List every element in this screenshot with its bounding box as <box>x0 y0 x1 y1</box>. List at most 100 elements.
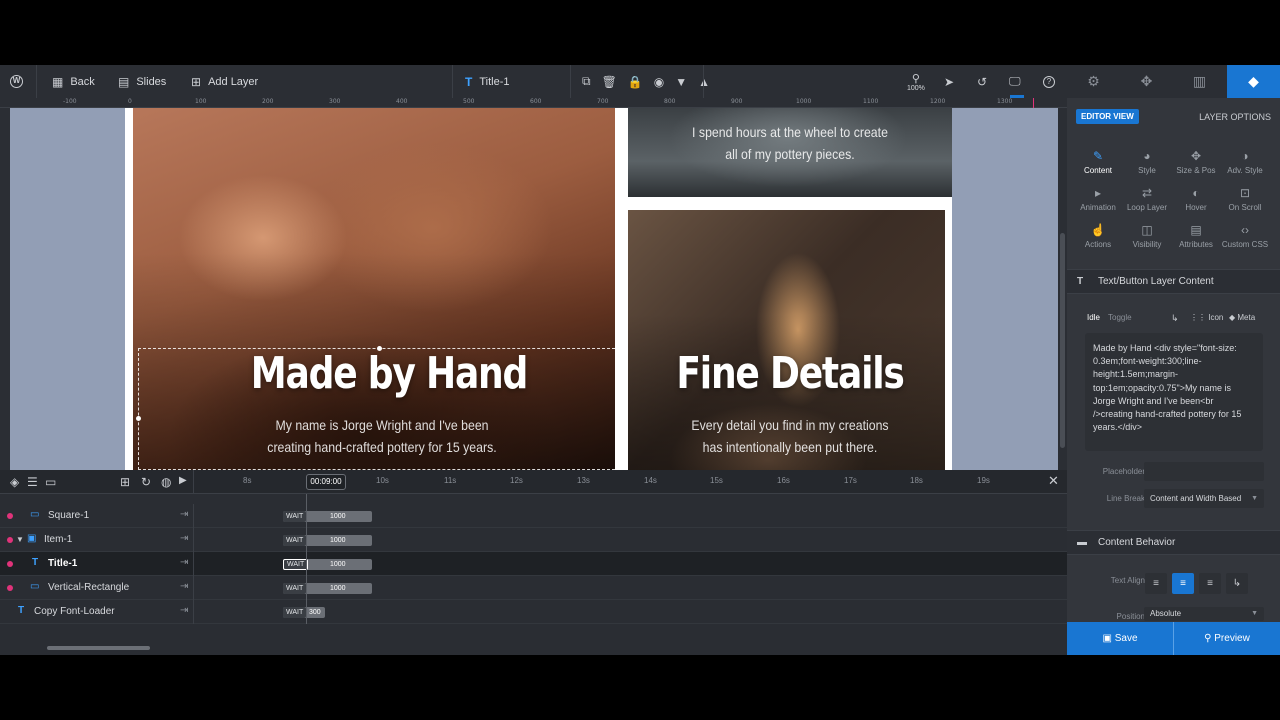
timeline-tick: 18s <box>910 476 923 485</box>
back-button[interactable]: ▦ Back <box>52 65 95 98</box>
desktop-icon: 🖵 <box>1009 74 1021 88</box>
content-tab-button[interactable]: ✎ Content <box>1073 149 1123 175</box>
size-pos-tab-button[interactable]: ✥ Size & Pos <box>1171 149 1221 175</box>
layer-dot <box>7 561 13 567</box>
align-end-icon[interactable]: ⇥ <box>180 605 188 616</box>
tab-label: Actions <box>1084 240 1112 249</box>
layer-options-title: LAYER OPTIONS <box>1199 112 1271 122</box>
settings-tab[interactable]: ⚙ <box>1067 65 1120 98</box>
timeline-row[interactable]: ▭ Square-1 ⇥ WAIT 1000 <box>0 504 1067 528</box>
loop-layer-tab-button[interactable]: ⇄ Loop Layer <box>1122 186 1172 212</box>
timeline-row-selected[interactable]: T Title-1 ⇥ WAIT 1000 <box>0 552 1067 576</box>
layers-tab[interactable]: ◆ <box>1227 65 1280 98</box>
zoom-button[interactable]: ⚲ 100% <box>907 65 925 98</box>
fine-details-title[interactable]: Fine Details <box>657 348 923 399</box>
canvas-scrollbar[interactable] <box>1058 108 1067 470</box>
position-label: Position <box>1116 612 1145 621</box>
align-end-icon[interactable]: ⇥ <box>180 533 188 544</box>
scrollbar-thumb[interactable] <box>1060 233 1065 448</box>
selection-box[interactable] <box>136 346 620 470</box>
align-end-icon[interactable]: ⇥ <box>180 509 188 520</box>
on-scroll-tab-button[interactable]: ⊡ On Scroll <box>1220 186 1270 212</box>
layers-icon[interactable]: ◈ <box>10 475 19 489</box>
timeline-header: ◈ ☰ ▭ ⊞ ↻ ◍ ▶ 8s 00:09:00 10s 11s 12s 13… <box>0 470 1067 494</box>
layer-content-textarea[interactable]: Made by Hand <div style="font-size: 0.3e… <box>1085 333 1263 451</box>
attributes-tab-button[interactable]: ▤ Attributes <box>1171 223 1221 249</box>
placeholder-input[interactable] <box>1144 462 1264 481</box>
layer-duration-bar[interactable]: WAIT 300 <box>283 607 325 618</box>
undo-button[interactable]: ↺ <box>977 65 987 98</box>
close-icon[interactable]: ✕ <box>1048 473 1059 489</box>
line-break-align-button[interactable]: ↳ <box>1226 573 1248 594</box>
resize-handle[interactable] <box>136 416 141 421</box>
line-break-select[interactable]: Content and Width Based ▼ <box>1144 489 1264 508</box>
save-button[interactable]: ▣ Save <box>1067 622 1173 655</box>
line-break-value: Content and Width Based <box>1150 494 1242 503</box>
help-button[interactable]: ? <box>1043 65 1055 98</box>
select-tool-button[interactable]: ➤ <box>944 65 954 98</box>
meta-button[interactable]: ◆ Meta <box>1229 313 1255 322</box>
desktop-view-button[interactable]: 🖵 <box>1009 65 1021 98</box>
slides-button[interactable]: ▤ Slides <box>118 65 166 98</box>
position-select[interactable]: Absolute ▼ <box>1144 607 1264 621</box>
layer-duration-bar[interactable]: WAIT 1000 <box>283 535 372 546</box>
play-icon[interactable]: ▶ <box>179 475 187 486</box>
layer-dot <box>7 537 13 543</box>
lock-icon[interactable]: 🔒 <box>628 75 643 89</box>
actions-tab-button[interactable]: ☝ Actions <box>1073 223 1123 249</box>
section-title: Text/Button Layer Content <box>1098 276 1214 287</box>
globe-icon[interactable]: ◍ <box>161 475 171 489</box>
timeline-row[interactable]: T Copy Font-Loader ⇥ WAIT 300 <box>0 600 1067 624</box>
grid-icon[interactable]: ⊞ <box>120 475 130 489</box>
timeline-scrollbar[interactable] <box>47 646 150 650</box>
visibility-tab-button[interactable]: ◫ Visibility <box>1122 223 1172 249</box>
toggle-tab[interactable]: Toggle <box>1108 313 1132 322</box>
align-right-button[interactable]: ≡ <box>1199 573 1221 594</box>
line-break-icon[interactable]: ↳ <box>1171 313 1179 324</box>
list-icon[interactable]: ☰ <box>27 475 38 489</box>
add-layer-button[interactable]: ⊞ Add Layer <box>191 65 258 98</box>
timeline-row[interactable]: ▼ ▣ Item-1 ⇥ WAIT 1000 <box>0 528 1067 552</box>
align-left-button[interactable]: ≡ <box>1145 573 1167 594</box>
behavior-section-header[interactable]: ▬ Content Behavior <box>1067 530 1280 555</box>
slides-label: Slides <box>136 75 167 88</box>
preview-button[interactable]: ⚲ Preview <box>1174 622 1280 655</box>
duration-value: 1000 <box>330 561 346 568</box>
layer-name-select[interactable]: T Title-1 <box>465 65 510 98</box>
editor-view-badge[interactable]: EDITOR VIEW <box>1076 109 1139 124</box>
layer-duration-bar[interactable]: WAIT 1000 <box>283 559 372 570</box>
align-end-icon[interactable]: ⇥ <box>180 581 188 592</box>
pottery-wheel-image[interactable]: I spend hours at the wheel to create all… <box>628 108 952 197</box>
slide-canvas[interactable]: I spend hours at the wheel to create all… <box>10 108 1058 470</box>
navigation-tab[interactable]: ✥ <box>1120 65 1173 98</box>
move-down-icon[interactable]: ▼ <box>675 75 687 89</box>
navigation-icon: ✥ <box>1140 73 1153 89</box>
icon-button[interactable]: ⋮⋮ Icon <box>1190 313 1223 322</box>
playhead[interactable] <box>306 494 307 624</box>
current-time[interactable]: 00:09:00 <box>306 474 346 490</box>
delete-icon[interactable]: 🗑 <box>602 75 617 89</box>
wordpress-button[interactable]: W <box>10 65 23 98</box>
adv-style-tab-button[interactable]: ◑ Adv. Style <box>1220 149 1270 175</box>
content-section-header[interactable]: T Text/Button Layer Content <box>1067 269 1280 294</box>
folder-icon[interactable]: ▭ <box>45 475 56 489</box>
custom-css-tab-button[interactable]: ‹› Custom CSS <box>1220 223 1270 249</box>
collapse-icon[interactable]: ▼ <box>16 535 24 544</box>
duplicate-icon[interactable]: ⧉ <box>582 74 591 89</box>
hover-tab-button[interactable]: ◐ Hover <box>1171 186 1221 212</box>
timeline-row[interactable]: ▭ Vertical-Rectangle ⇥ WAIT 1000 <box>0 576 1067 600</box>
slides-icon: ▤ <box>118 74 130 89</box>
resize-handle[interactable] <box>377 346 382 351</box>
idle-tab[interactable]: Idle <box>1087 313 1100 322</box>
duration-value: 1000 <box>330 585 346 592</box>
visibility-icon[interactable]: ◉ <box>654 75 664 89</box>
move-up-icon[interactable]: ▲ <box>698 75 710 89</box>
layer-duration-bar[interactable]: WAIT 1000 <box>283 511 372 522</box>
animation-tab-button[interactable]: ▸ Animation <box>1073 186 1123 212</box>
loop-icon[interactable]: ↻ <box>141 475 151 489</box>
style-tab-button[interactable]: ◕ Style <box>1122 149 1172 175</box>
slide-tab[interactable]: ▥ <box>1173 65 1226 98</box>
layer-duration-bar[interactable]: WAIT 1000 <box>283 583 372 594</box>
align-center-button[interactable]: ≡ <box>1172 573 1194 594</box>
align-end-icon[interactable]: ⇥ <box>180 557 188 568</box>
